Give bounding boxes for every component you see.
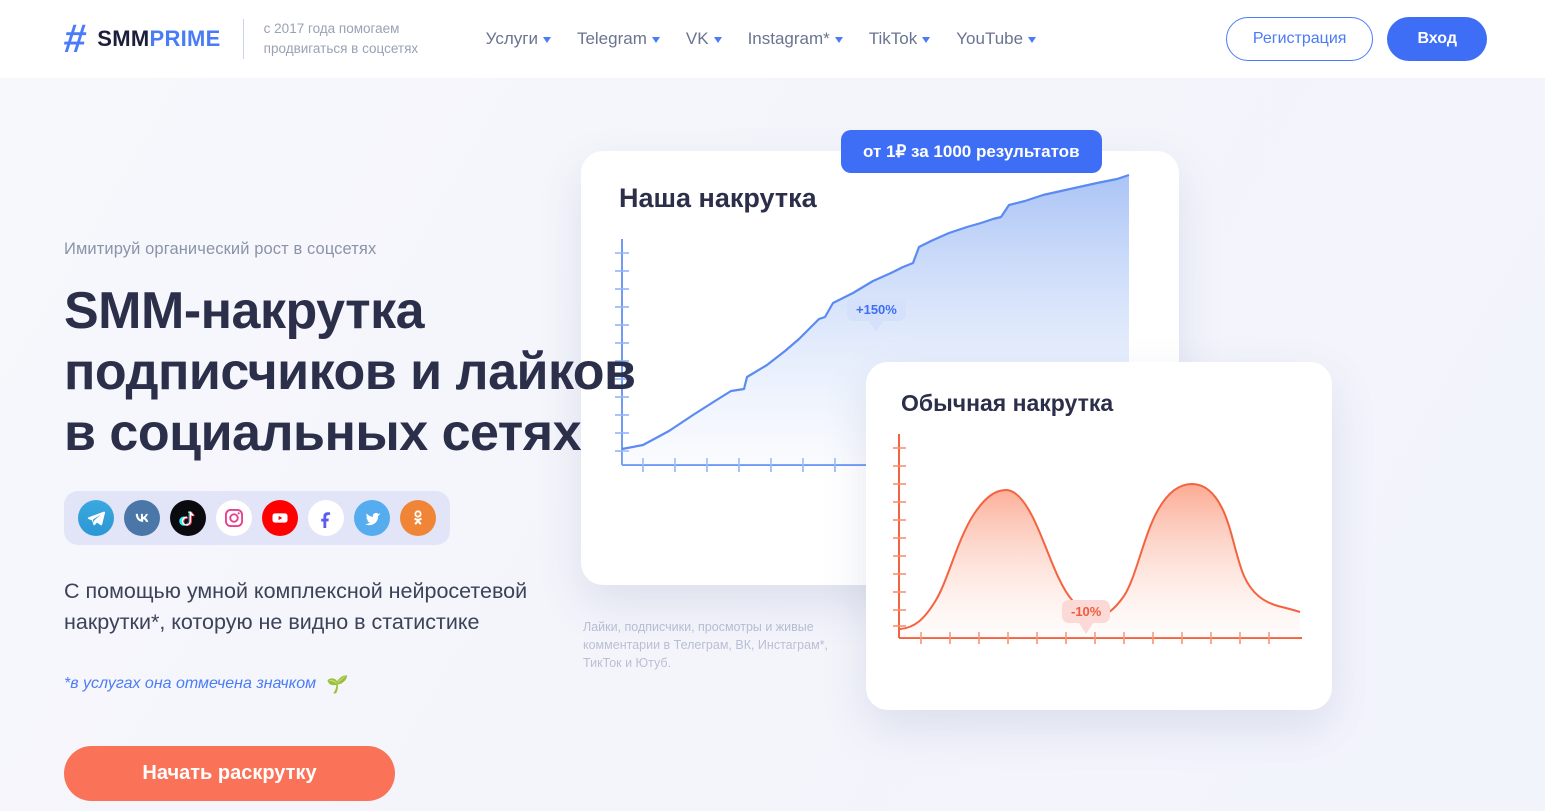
social-instagram[interactable]: [216, 500, 252, 536]
page-title: SMM-накрутка подписчиков и лайков в соци…: [64, 281, 704, 463]
loss-tooltip: -10%: [1062, 600, 1111, 623]
register-button[interactable]: Регистрация: [1225, 17, 1374, 61]
hash-icon: #: [61, 17, 88, 61]
services-subtext: Лайки, подписчики, просмотры и живые ком…: [583, 620, 828, 671]
nav-item-uslugi[interactable]: Услуги: [486, 29, 551, 49]
logo-divider: [242, 19, 244, 59]
chevron-down-icon: [651, 37, 660, 43]
telegram-icon: [87, 511, 106, 526]
sprout-icon: 🌱: [324, 674, 346, 694]
social-facebook[interactable]: [308, 500, 344, 536]
main-nav: Услуги Telegram VK Instagram* TikTok You…: [486, 29, 1037, 49]
chevron-down-icon: [834, 37, 843, 43]
vk-icon: [135, 513, 149, 522]
hero-eyebrow: Имитируй органический рост в соцсетях: [64, 240, 377, 258]
hero-body-text: С помощью умной комплексной нейросетевой…: [64, 579, 528, 634]
footnote-text: *в услугах она отмечена значком: [64, 675, 317, 692]
chevron-down-icon: [713, 37, 722, 43]
nav-item-youtube[interactable]: YouTube: [956, 29, 1037, 49]
title-line-3: в социальных сетях: [64, 403, 582, 462]
logo-text: SMMPRIME: [97, 26, 220, 52]
nav-item-instagram[interactable]: Instagram*: [748, 29, 843, 49]
social-links: [64, 491, 450, 545]
nav-label: VK: [685, 29, 709, 48]
nav-label: YouTube: [956, 29, 1024, 48]
title-line-2: подписчиков и лайков: [64, 342, 636, 401]
login-button[interactable]: Вход: [1387, 17, 1487, 61]
hero-copy: Имитируй органический рост в соцсетях SM…: [64, 240, 704, 463]
social-telegram[interactable]: [78, 500, 114, 536]
social-vk[interactable]: [124, 500, 160, 536]
tagline: с 2017 года помогаем продвигаться в соцс…: [263, 21, 419, 56]
chevron-down-icon: [542, 37, 551, 43]
logo[interactable]: # SMMPRIME: [61, 17, 221, 61]
nav-label: TikTok: [868, 29, 918, 48]
nav-item-vk[interactable]: VK: [686, 29, 722, 49]
facebook-icon: [321, 512, 331, 528]
nav-item-tiktok[interactable]: TikTok: [869, 29, 931, 49]
usual-promotion-card: Обычная накрутка: [866, 362, 1332, 710]
logo-smm: SMM: [97, 26, 150, 51]
social-odnoklassniki[interactable]: [400, 500, 436, 536]
chevron-down-icon: [1028, 37, 1037, 43]
logo-prime: PRIME: [149, 26, 221, 51]
instagram-icon: [225, 509, 243, 527]
hero-footnote: *в услугах она отмечена значком 🌱: [64, 675, 345, 693]
nav-label: Telegram: [576, 29, 647, 48]
nav-label: Услуги: [485, 29, 538, 48]
usual-growth-chart: [893, 434, 1302, 644]
chevron-down-icon: [922, 37, 931, 43]
auth-actions: Регистрация Вход: [1225, 17, 1487, 61]
nav-label: Instagram*: [747, 29, 830, 48]
tiktok-icon: [178, 510, 195, 526]
site-header: # SMMPRIME с 2017 года помогаем продвига…: [0, 0, 1545, 78]
price-badge: от 1₽ за 1000 результатов: [841, 130, 1102, 173]
start-promotion-button[interactable]: Начать раскрутку: [64, 746, 395, 801]
social-tiktok[interactable]: [170, 500, 206, 536]
odnoklassniki-icon: [414, 510, 422, 525]
youtube-icon: [272, 513, 288, 523]
nav-item-telegram[interactable]: Telegram: [577, 29, 660, 49]
twitter-icon: [364, 512, 381, 525]
social-youtube[interactable]: [262, 500, 298, 536]
social-twitter[interactable]: [354, 500, 390, 536]
title-line-1: SMM-накрутка: [64, 282, 425, 340]
growth-tooltip: +150%: [847, 298, 906, 321]
